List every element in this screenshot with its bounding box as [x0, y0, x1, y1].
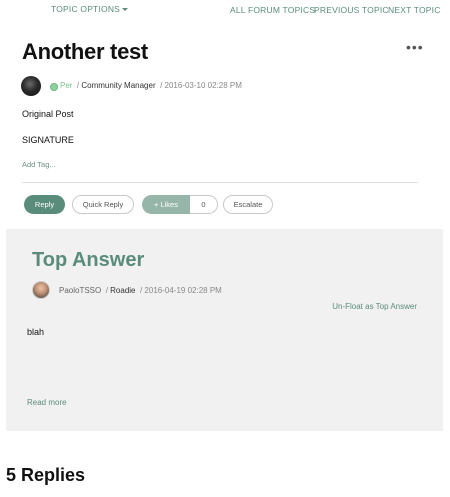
answer-author-link[interactable]: PaoloTSSO — [59, 286, 101, 295]
author-link[interactable]: Per — [60, 81, 72, 90]
author-rank: Community Manager — [81, 81, 156, 90]
answer-body: blah — [27, 327, 45, 337]
post-meta: Per / Community Manager / 2016-03-10 02:… — [60, 81, 242, 90]
likes-button[interactable]: + Likes — [142, 195, 190, 214]
more-options-icon[interactable]: ••• — [406, 39, 424, 55]
post-time: 02:28 PM — [207, 81, 242, 90]
topic-options-label: TOPIC OPTIONS — [51, 4, 121, 14]
replies-heading: 5 Replies — [6, 465, 86, 485]
chevron-down-icon — [122, 8, 129, 12]
avatar[interactable] — [21, 76, 41, 96]
separator: / — [157, 81, 165, 90]
answer-meta: PaoloTSSO / Roadie / 2016-04-19 02:28 PM — [59, 286, 222, 295]
previous-topic-link[interactable]: PREVIOUS TOPIC — [314, 5, 389, 15]
answer-date: 2016-04-19 — [144, 286, 186, 295]
post-date: 2016-03-10 — [164, 81, 206, 90]
online-status-icon — [50, 83, 58, 91]
post-signature: SIGNATURE — [22, 135, 74, 145]
all-forum-topics-link[interactable]: ALL FORUM TOPICS — [230, 5, 315, 15]
top-answer-title: Top Answer — [32, 249, 145, 271]
topic-options-menu[interactable]: TOPIC OPTIONS — [51, 4, 129, 14]
answer-author-rank: Roadie — [110, 286, 136, 295]
post-body: Original Post — [22, 109, 74, 119]
reply-button[interactable]: Reply — [24, 195, 65, 214]
answer-time: 02:28 PM — [187, 286, 222, 295]
next-topic-link[interactable]: NEXT TOPIC — [388, 5, 441, 15]
unfloat-top-answer-link[interactable]: Un-Float as Top Answer — [332, 302, 417, 311]
avatar[interactable] — [32, 281, 50, 299]
divider — [22, 182, 418, 183]
escalate-button[interactable]: Escalate — [223, 195, 273, 214]
quick-reply-button[interactable]: Quick Reply — [72, 195, 134, 214]
read-more-link[interactable]: Read more — [27, 398, 67, 407]
add-tag-link[interactable]: Add Tag... — [22, 160, 56, 169]
likes-count: 0 — [190, 195, 218, 214]
page-title: Another test — [22, 39, 148, 64]
